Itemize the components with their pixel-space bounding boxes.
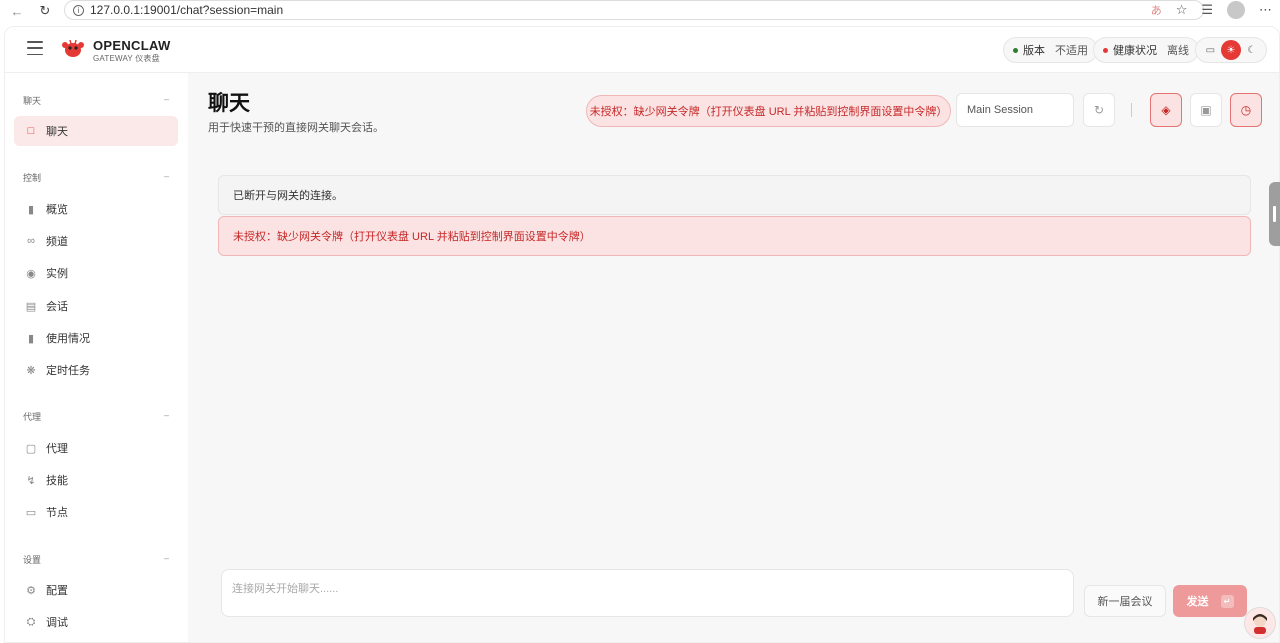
sidebar-section-control[interactable]: 控制 –	[23, 171, 169, 184]
url-text: 127.0.0.1:19001/chat?session=main	[90, 3, 284, 17]
focus-icon: ▣	[1200, 103, 1212, 117]
sidebar-item-nodes[interactable]: ▭ 节点	[14, 497, 178, 527]
sidebar-item-config[interactable]: ⚙ 配置	[14, 575, 178, 605]
sidebar-item-cron[interactable]: ❋ 定时任务	[14, 355, 178, 385]
refresh-icon: ↻	[1093, 103, 1105, 117]
sidebar-item-channels[interactable]: ∞ 频道	[14, 226, 178, 256]
topbar: OPENCLAW GATEWAY 仪表盘 版本 不适用 健康状况 离线 ▭ ☀ …	[5, 27, 1279, 73]
auth-error-badge: 未授权：缺少网关令牌（打开仪表盘 URL 并粘贴到控制界面设置中令牌）	[586, 95, 951, 127]
health-label: 健康状况	[1113, 45, 1157, 57]
monitor-icon[interactable]: ▭	[1200, 40, 1220, 60]
sidebar-item-agents[interactable]: ▢ 代理	[14, 433, 178, 463]
bug-icon: ⛭	[26, 615, 36, 628]
theme-toggle: ▭ ☀ ☾	[1195, 37, 1267, 63]
sidebar-item-debug[interactable]: ⛭ 调试	[14, 607, 178, 637]
page-subtitle: 用于快速干预的直接网关聊天会话。	[208, 122, 384, 134]
folder-icon: ▢	[25, 442, 37, 455]
gear-icon: ⚙	[26, 584, 36, 597]
lightning-icon: ↯	[26, 474, 36, 487]
enter-key-icon: ↵	[1220, 594, 1234, 608]
collapse-icon: –	[163, 171, 169, 181]
history-button[interactable]: ◷	[1230, 93, 1262, 127]
sidebar-item-usage[interactable]: ▮ 使用情况	[14, 323, 178, 353]
version-label: 版本	[1023, 45, 1045, 57]
status-dot-icon	[1013, 47, 1018, 53]
sidebar-section-chat[interactable]: 聊天 –	[23, 94, 169, 107]
collapse-icon: –	[163, 553, 169, 563]
main-content: 聊天 用于快速干预的直接网关聊天会话。 未授权：缺少网关令牌（打开仪表盘 URL…	[188, 73, 1279, 642]
divider	[1131, 103, 1132, 117]
assistant-face-icon	[1253, 614, 1267, 634]
sidebar-item-skills[interactable]: ↯ 技能	[14, 465, 178, 495]
openclaw-logo-icon	[62, 39, 84, 57]
collapse-icon: –	[163, 94, 169, 104]
version-status: 版本 不适用	[1003, 37, 1098, 63]
new-session-button[interactable]: 新一届会议	[1084, 585, 1166, 617]
refresh-button[interactable]: ↻	[1083, 93, 1115, 127]
health-value: 离线	[1167, 45, 1189, 57]
message-input[interactable]: 连接网关开始聊天......	[221, 569, 1074, 617]
health-status: 健康状况 离线	[1093, 37, 1199, 63]
session-select[interactable]: Main Session	[956, 93, 1074, 127]
collapse-icon: –	[163, 410, 169, 420]
clock-icon: ◷	[1240, 103, 1252, 117]
menu-icon[interactable]	[27, 41, 43, 55]
chat-bubble-icon: □	[27, 125, 35, 137]
sidebar-item-instances[interactable]: ◉ 实例	[14, 258, 178, 288]
document-icon: ▤	[25, 300, 37, 313]
back-button[interactable]: ←	[6, 0, 28, 22]
app-window: OPENCLAW GATEWAY 仪表盘 版本 不适用 健康状况 离线 ▭ ☀ …	[4, 26, 1280, 643]
translate-icon[interactable]: あ	[1151, 2, 1162, 18]
send-label: 发送	[1186, 596, 1209, 608]
radio-icon: ◉	[26, 267, 36, 280]
sidebar-item-chat[interactable]: □ 聊天	[14, 116, 178, 146]
sidebar-item-overview[interactable]: ▮ 概览	[14, 194, 178, 224]
more-icon[interactable]: ⋯	[1259, 2, 1272, 18]
send-button[interactable]: 发送 ↵	[1173, 585, 1247, 617]
version-value: 不适用	[1055, 45, 1088, 57]
thinking-toggle-button[interactable]: ◈	[1150, 93, 1182, 127]
sidebar: 聊天 – □ 聊天 控制 – ▮ 概览 ∞ 频道 ◉ 实例 ▤ 会话 ▮ 使用情况 …	[5, 73, 188, 642]
page-title: 聊天	[208, 92, 250, 115]
star-icon[interactable]: ☆	[1176, 2, 1188, 18]
assistant-avatar[interactable]	[1244, 607, 1276, 639]
focus-button[interactable]: ▣	[1190, 93, 1222, 127]
moon-icon[interactable]: ☾	[1242, 40, 1262, 60]
side-panel-handle[interactable]	[1269, 182, 1280, 246]
address-bar[interactable]: i 127.0.0.1:19001/chat?session=main	[64, 0, 1204, 20]
bar-chart-icon: ▮	[27, 203, 35, 216]
unauthorized-notice: 未授权：缺少网关令牌（打开仪表盘 URL 并粘贴到控制界面设置中令牌）	[218, 216, 1251, 256]
bar-chart-icon: ▮	[27, 332, 35, 345]
browser-toolbar: ← ↻ i 127.0.0.1:19001/chat?session=main …	[0, 0, 1280, 22]
sidebar-item-sessions[interactable]: ▤ 会话	[14, 291, 178, 321]
status-dot-icon	[1103, 47, 1108, 53]
favorites-icon[interactable]: ☰	[1201, 2, 1213, 18]
disconnected-notice: 已断开与网关的连接。	[218, 175, 1251, 215]
sidebar-section-settings[interactable]: 设置 –	[23, 553, 169, 566]
brand-name: OPENCLAW	[93, 38, 171, 53]
sun-icon[interactable]: ☀	[1220, 40, 1241, 60]
brand: OPENCLAW GATEWAY 仪表盘	[93, 38, 171, 64]
link-icon: ∞	[27, 235, 35, 247]
brand-subtitle: GATEWAY 仪表盘	[93, 54, 160, 63]
brain-icon: ◈	[1161, 103, 1171, 117]
sidebar-section-agent[interactable]: 代理 –	[23, 410, 169, 423]
profile-avatar[interactable]	[1227, 1, 1245, 19]
reload-button[interactable]: ↻	[34, 0, 56, 22]
loader-icon: ❋	[26, 364, 36, 377]
info-icon: i	[73, 4, 84, 16]
monitor-icon: ▭	[25, 506, 37, 519]
